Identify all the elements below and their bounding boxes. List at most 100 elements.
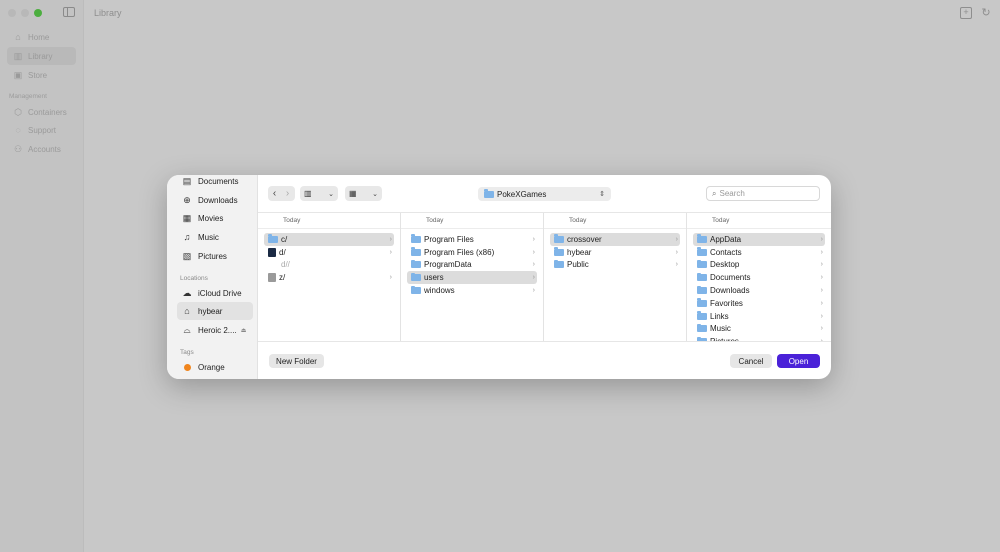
chevron-down-icon: ⌄ [372,190,378,198]
refresh-icon[interactable]: ↻ [980,7,992,19]
chevron-right-icon: › [820,312,823,320]
window-minimize-button[interactable] [21,9,29,17]
file-row[interactable]: crossover › [550,233,680,246]
nav-item-library[interactable]: ▥ Library [7,47,76,65]
current-path-label: PokeXGames [497,189,547,199]
chevron-right-icon: › [389,274,392,282]
folder-icon [697,259,707,269]
eject-icon[interactable]: ⏏ [241,327,247,334]
nav-item-store[interactable]: ▣ Store [7,66,76,84]
chevron-right-icon: › [389,235,392,243]
sidebar-item-documents[interactable]: ▤ Documents [177,175,253,190]
window-close-button[interactable] [8,9,16,17]
back-button[interactable]: ‹ [268,188,281,199]
file-row[interactable]: Public › [550,259,680,272]
chevron-right-icon: › [820,248,823,256]
orange-tag-dot-icon [184,363,191,371]
sidebar-item-label: Music [198,232,219,242]
chat-icon: ◌ [15,125,21,135]
file-row-label: Favorites [710,298,743,308]
file-icon [268,261,278,268]
nav-item-label: Home [28,32,50,42]
file-row-label: d// [281,260,290,270]
file-row[interactable]: Desktop › [693,259,825,272]
folder-icon [697,234,707,243]
chevron-right-icon: › [532,287,535,295]
add-icon[interactable]: + [960,7,972,19]
file-row-label: Contacts [710,247,742,257]
sidebar-item-hybear[interactable]: ⌂ hybear [177,302,253,320]
nav-item-label: Support [28,125,57,135]
group-by-selector[interactable]: ▦ ⌄ [345,186,382,201]
nav-item-label: Store [28,70,48,80]
file-row-label: ProgramData [424,260,472,270]
file-row[interactable]: Music › [693,323,825,336]
books-icon: ▥ [13,50,23,61]
file-row[interactable]: ProgramData › [407,259,537,272]
forward-button[interactable]: › [281,188,294,199]
folder-icon [697,247,707,256]
file-row-label: windows [424,286,455,296]
column-header-date: Today [687,213,831,229]
search-field[interactable]: ⌕ [706,186,820,201]
file-row-label: Music [710,324,731,334]
sidebar-item-movies[interactable]: ▦ Movies [177,209,253,227]
file-row[interactable]: d// [264,259,394,272]
cancel-button[interactable]: Cancel [730,354,772,368]
management-section-label: Management [9,93,47,100]
drive-icon [268,273,276,283]
file-row-label: hybear [567,247,592,257]
sidebar-item-icloud-drive[interactable]: ☁ iCloud Drive [177,284,253,302]
file-row[interactable]: z/ › [264,271,394,284]
path-popup-button[interactable]: PokeXGames ⇕ [478,187,611,201]
open-button[interactable]: Open [777,354,820,368]
view-mode-selector[interactable]: ▥ ⌄ [300,186,338,201]
sidebar-item-pictures[interactable]: ▧ Pictures [177,247,253,265]
up-down-chevron-icon: ⇕ [599,191,605,198]
file-row[interactable]: users › [407,271,537,285]
file-row-label: Documents [710,273,751,283]
file-row[interactable]: Downloads › [693,284,825,297]
file-row[interactable]: Contacts › [693,246,825,259]
chevron-right-icon: › [532,274,535,282]
nav-item-home[interactable]: ⌂ Home [7,28,76,46]
chevron-right-icon: › [532,261,535,269]
sidebar-item-downloads[interactable]: ⊕ Downloads [177,191,253,209]
dialog-sidebar: ▤ Documents ⊕ Downloads ▦ Movies ♫ Music… [167,175,258,379]
window-zoom-button[interactable] [34,9,42,17]
sidebar-item-label: Pictures [198,251,227,261]
file-row[interactable]: Program Files (x86) › [407,246,537,259]
film-icon: ▦ [182,212,192,223]
nav-item-label: Library [28,51,53,61]
new-folder-button[interactable]: New Folder [269,354,324,368]
file-row[interactable]: AppData › [693,233,825,246]
file-row[interactable]: hybear › [550,246,680,259]
file-row[interactable]: c/ › [264,233,394,246]
nav-item-support[interactable]: ◌ Support [7,121,76,139]
folder-icon [554,234,564,243]
sidebar-item-label: Orange [198,362,225,372]
file-row[interactable]: Links › [693,310,825,323]
chevron-right-icon: › [675,261,678,269]
sidebar-item-heroic[interactable]: ⌓ Heroic 2.... ⏏ [177,321,253,339]
people-icon: ⚇ [13,143,23,154]
file-row[interactable]: Documents › [693,271,825,284]
file-row-label: AppData [710,234,742,244]
file-row[interactable]: Favorites › [693,297,825,310]
nav-item-accounts[interactable]: ⚇ Accounts [7,140,76,158]
sidebar-item-music[interactable]: ♫ Music [177,228,253,246]
folder-icon [697,298,707,307]
sidebar-toggle-icon[interactable] [63,7,75,17]
file-row[interactable]: windows › [407,284,537,297]
file-row-label: Desktop [710,260,740,270]
file-row[interactable]: d/ › [264,246,394,259]
chevron-down-icon: ⌄ [328,190,334,198]
nav-item-containers[interactable]: ⬡ Containers [7,103,76,121]
search-input[interactable] [719,189,810,198]
sidebar-item-tag-orange[interactable]: Orange [177,358,253,376]
chevron-right-icon: › [820,299,823,307]
music-note-icon: ♫ [183,232,191,242]
app-icon [268,247,276,257]
cube-icon: ⬡ [14,106,22,117]
file-row[interactable]: Program Files › [407,233,537,246]
